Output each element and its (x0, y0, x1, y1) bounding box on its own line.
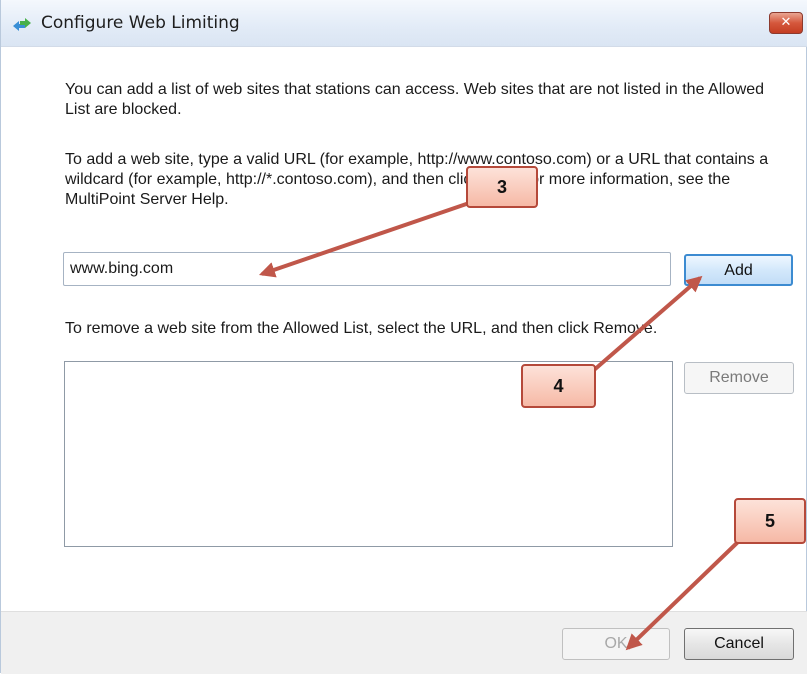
network-arrows-icon (13, 18, 31, 31)
callout-step-3: 3 (466, 166, 538, 208)
callout-step-5: 5 (734, 498, 806, 544)
close-button[interactable]: ✕ (769, 12, 803, 34)
remove-instructions-text: To remove a web site from the Allowed Li… (65, 320, 658, 337)
add-button[interactable]: Add (684, 254, 793, 286)
window-title: Configure Web Limiting (41, 13, 240, 33)
cancel-button[interactable]: Cancel (684, 628, 794, 660)
title-bar[interactable]: Configure Web Limiting ✕ (1, 0, 807, 47)
ok-button[interactable]: OK (562, 628, 670, 660)
callout-step-4: 4 (521, 364, 596, 408)
url-input[interactable]: www.bing.com (63, 252, 671, 286)
intro-text: You can add a list of web sites that sta… (65, 81, 765, 118)
add-instructions-text: To add a web site, type a valid URL (for… (65, 151, 769, 208)
remove-button[interactable]: Remove (684, 362, 794, 394)
configure-web-limiting-dialog: Configure Web Limiting ✕ You can add a l… (0, 0, 807, 674)
